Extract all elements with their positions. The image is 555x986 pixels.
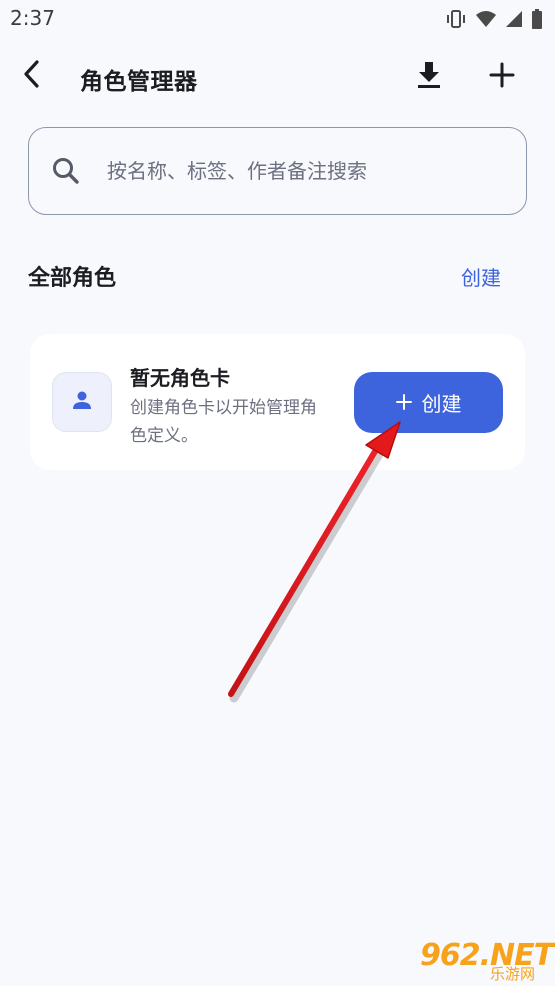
status-icons bbox=[445, 8, 543, 30]
create-button[interactable]: 创建 bbox=[354, 372, 503, 433]
create-button-label: 创建 bbox=[421, 392, 462, 416]
app-bar: 角色管理器 bbox=[0, 46, 555, 106]
empty-state-description: 创建角色卡以开始管理角色定义。 bbox=[130, 398, 317, 446]
add-button[interactable] bbox=[483, 58, 521, 96]
status-time: 2:37 bbox=[10, 6, 55, 30]
back-button[interactable] bbox=[14, 58, 50, 94]
signal-icon bbox=[505, 10, 523, 28]
section-title: 全部角色 bbox=[28, 266, 117, 291]
status-bar: 2:37 bbox=[0, 0, 555, 40]
empty-state-title: 暂无角色卡 bbox=[130, 366, 230, 390]
search-box[interactable] bbox=[28, 127, 527, 215]
person-icon bbox=[70, 388, 94, 416]
plus-icon bbox=[395, 391, 412, 415]
page-title: 角色管理器 bbox=[80, 69, 198, 95]
search-input[interactable] bbox=[107, 154, 507, 188]
avatar bbox=[52, 372, 112, 432]
import-button[interactable] bbox=[410, 58, 448, 96]
battery-icon bbox=[531, 9, 543, 29]
empty-state-card: 暂无角色卡 创建角色卡以开始管理角色定义。 创建 bbox=[30, 334, 525, 470]
wifi-icon bbox=[475, 10, 497, 28]
search-icon bbox=[51, 156, 81, 186]
chevron-left-icon bbox=[20, 59, 44, 93]
watermark-subtext: 乐游网 bbox=[490, 965, 536, 983]
download-icon bbox=[416, 60, 442, 94]
vibrate-icon bbox=[445, 9, 467, 29]
watermark: 962.NET 乐游网 bbox=[420, 938, 554, 984]
section-create-link[interactable]: 创建 bbox=[461, 262, 501, 291]
plus-icon bbox=[489, 62, 515, 92]
